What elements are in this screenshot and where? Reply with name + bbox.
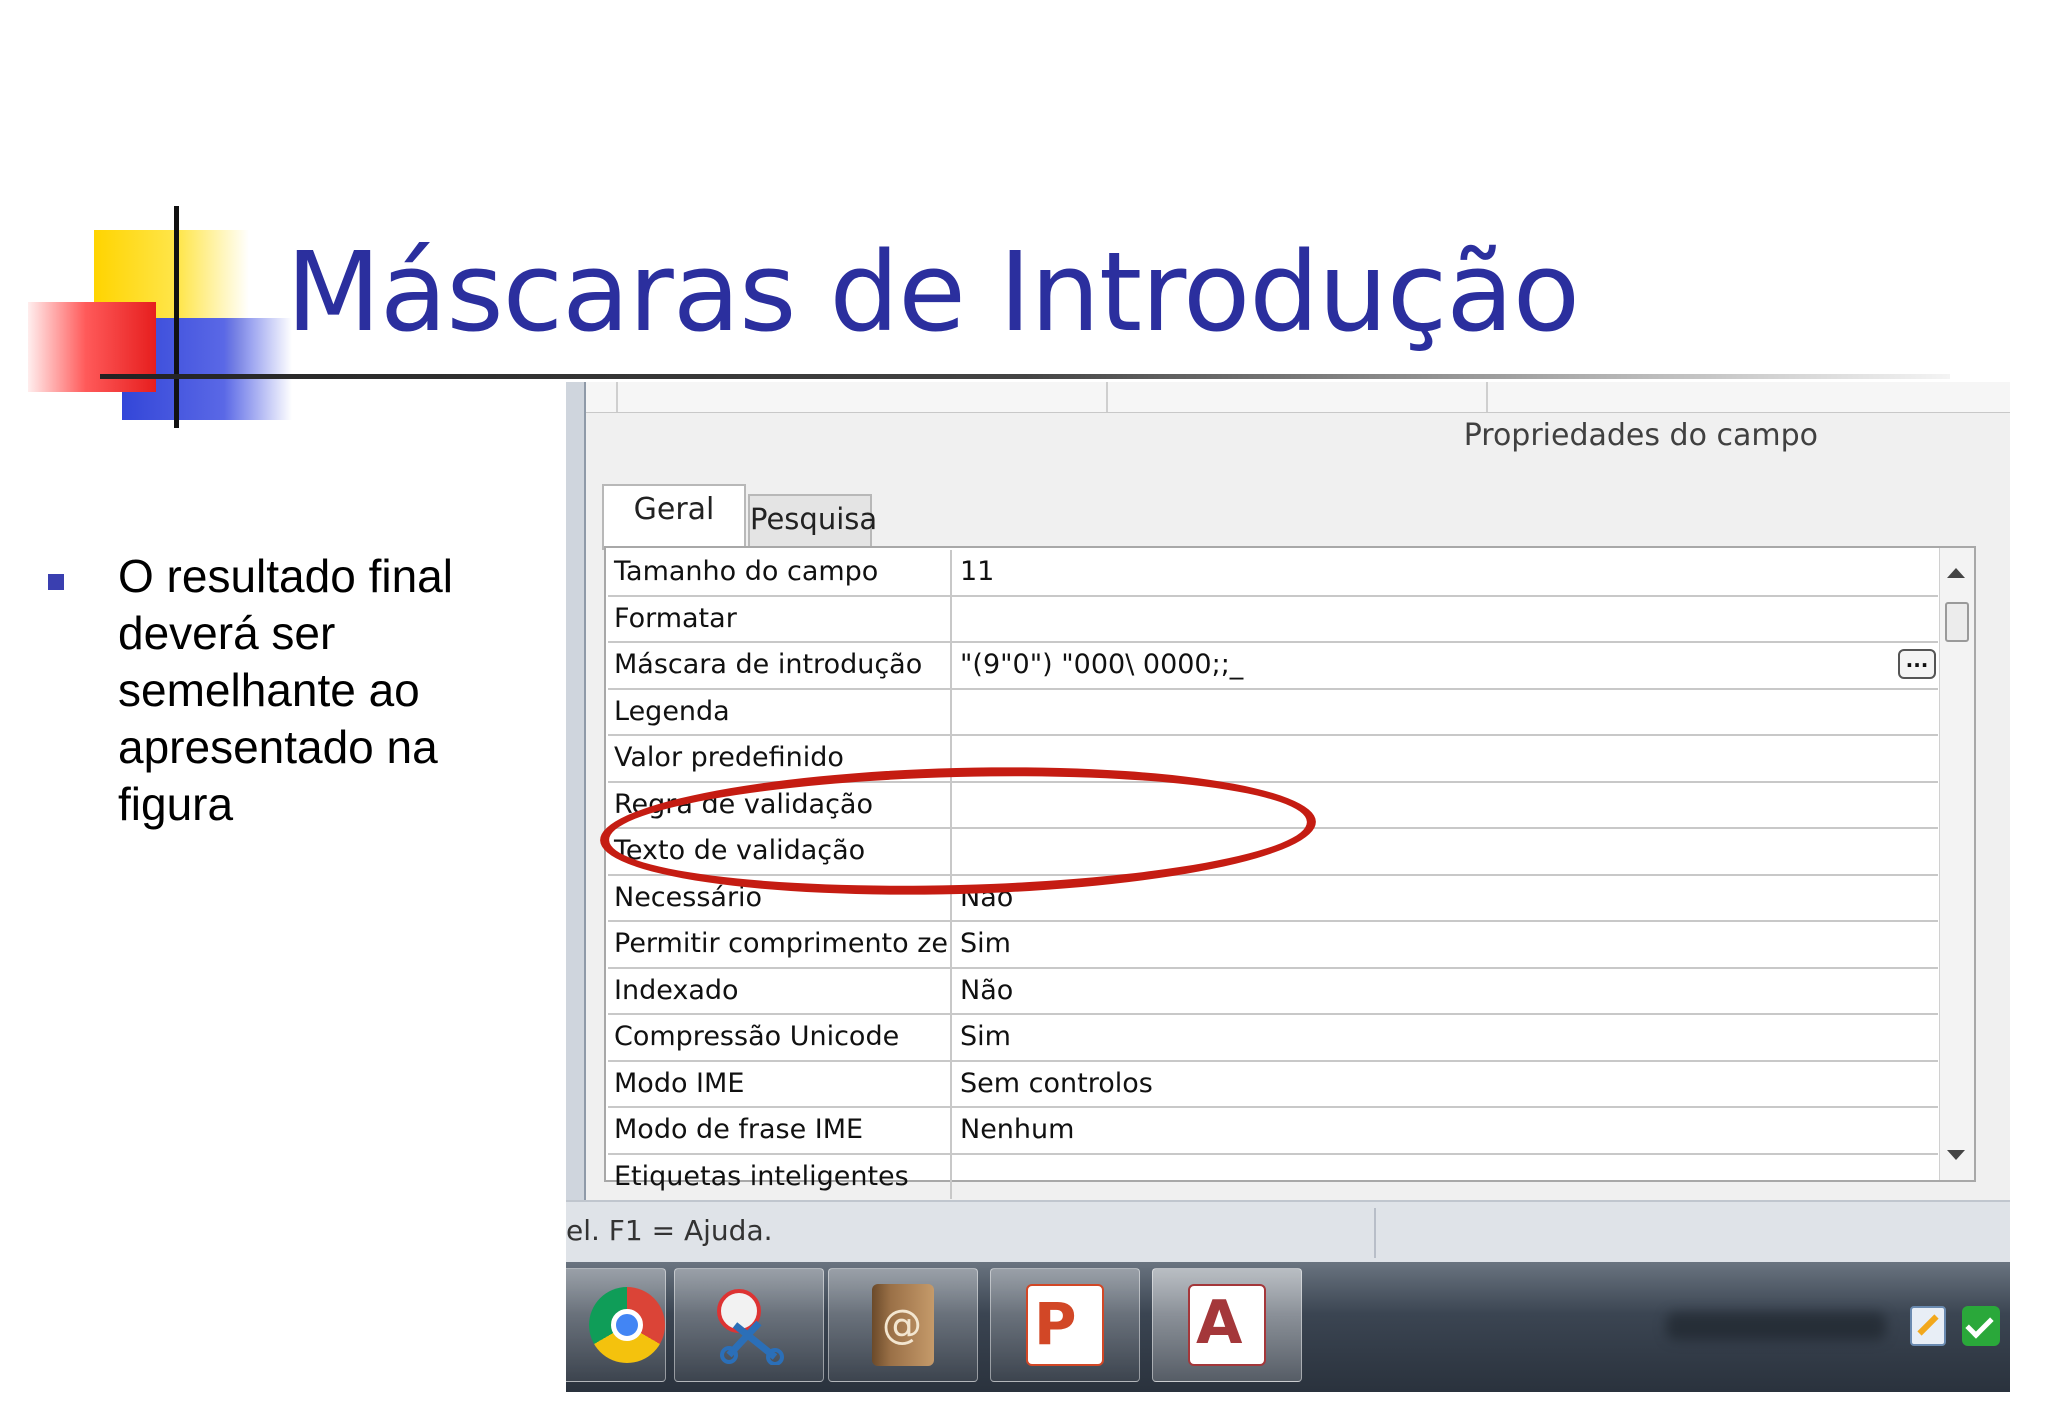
tray-clock-area [1666,1312,1886,1340]
taskbar-snipping-tool[interactable] [674,1268,824,1382]
tab-geral[interactable]: Geral [602,484,746,550]
windows-taskbar: @ P A [566,1262,2010,1392]
property-name: Tamanho do campo [608,550,952,595]
window-left-border [566,382,586,1200]
input-mask-builder-button[interactable]: ... [1898,649,1936,679]
property-row[interactable]: Permitir comprimento zer Sim [608,922,1938,969]
input-mask-value[interactable]: "(9"0") "000\ 0000;;_ [954,643,1938,688]
property-value[interactable] [954,597,1938,642]
property-row[interactable]: Indexado Não [608,968,1938,1015]
property-name: Regra de validação [608,782,952,827]
contacts-glyph: @ [882,1302,922,1348]
property-row[interactable]: Modo IME Sem controlos [608,1061,1938,1108]
property-scrollbar[interactable] [1939,548,1974,1180]
property-value[interactable] [954,736,1938,781]
property-value[interactable]: Sim [954,922,1938,967]
property-value[interactable] [954,690,1938,735]
property-value[interactable]: Sem controlos [954,1062,1938,1107]
access-screenshot: Propriedades do campo Geral Pesquisa Tam… [566,382,2010,1392]
property-row[interactable]: Regra de validação [608,782,1938,829]
property-value[interactable] [954,783,1938,828]
property-value[interactable]: Sim [954,1015,1938,1060]
property-row[interactable]: Valor predefinido [608,736,1938,783]
property-name: Texto de validação [608,829,952,874]
design-grid-strip [586,382,2010,413]
property-row[interactable]: Formatar [608,596,1938,643]
property-row-input-mask[interactable]: Máscara de introdução "(9"0") "000\ 0000… [608,643,1938,690]
property-name: Permitir comprimento zer [608,922,952,967]
taskbar-powerpoint[interactable]: P [990,1268,1140,1382]
status-separator [1374,1208,1376,1258]
property-name: Compressão Unicode [608,1015,952,1060]
property-name: Etiquetas inteligentes [608,1154,952,1199]
taskbar-chrome[interactable] [566,1268,666,1382]
bullet-text: O resultado final deverá ser semelhante … [118,550,453,830]
property-value[interactable] [954,829,1938,874]
contacts-icon: @ [872,1284,934,1366]
property-name: Formatar [608,596,952,641]
property-row[interactable]: Etiquetas inteligentes [608,1154,1938,1200]
property-sheet: Tamanho do campo 11 Formatar Máscara de … [598,546,1976,1199]
property-row[interactable]: Tamanho do campo 11 [608,550,1938,597]
property-value[interactable] [954,1155,1938,1200]
properties-panel-title: Propriedades do campo [1463,418,1818,453]
tab-pesquisa[interactable]: Pesquisa [748,494,877,550]
decor-vertical-line [174,206,179,428]
property-name: Valor predefinido [608,736,952,781]
security-check-icon[interactable] [1962,1306,2000,1346]
powerpoint-icon: P [1026,1284,1104,1366]
scroll-thumb[interactable] [1945,602,1969,642]
property-name: Legenda [608,689,952,734]
property-name: Máscara de introdução [608,643,952,688]
bullet-square-icon [48,574,64,590]
property-name: Modo de frase IME [608,1108,952,1153]
property-row[interactable]: Modo de frase IME Nenhum [608,1108,1938,1155]
taskbar-contacts[interactable]: @ [828,1268,978,1382]
property-row[interactable]: Texto de validação [608,829,1938,876]
property-name: Modo IME [608,1061,952,1106]
access-icon: A [1188,1284,1266,1366]
property-value[interactable]: Não [954,969,1938,1014]
property-row[interactable]: Compressão Unicode Sim [608,1015,1938,1062]
scroll-down-arrow-icon[interactable] [1947,1150,1965,1160]
property-row[interactable]: Necessário Não [608,875,1938,922]
taskbar-access[interactable]: A [1152,1268,1302,1382]
status-text: el. F1 = Ajuda. [566,1214,773,1247]
property-value[interactable]: Não [954,876,1938,921]
decor-horizontal-line [100,374,1950,379]
snipping-tool-icon [717,1289,784,1365]
property-name: Indexado [608,968,952,1013]
access-glyph: A [1196,1288,1243,1358]
slide-title: Máscaras de Introdução [286,228,1580,356]
property-row[interactable]: Legenda [608,689,1938,736]
notes-pen-icon[interactable] [1910,1306,1946,1346]
property-value[interactable]: 11 [954,550,1938,595]
chrome-icon [589,1287,665,1363]
property-name: Necessário [608,875,952,920]
property-value[interactable]: Nenhum [954,1108,1938,1153]
property-grid: Tamanho do campo 11 Formatar Máscara de … [608,550,1938,1199]
status-bar: el. F1 = Ajuda. [566,1200,2010,1264]
scroll-up-arrow-icon[interactable] [1947,568,1965,578]
powerpoint-glyph: P [1034,1290,1077,1358]
